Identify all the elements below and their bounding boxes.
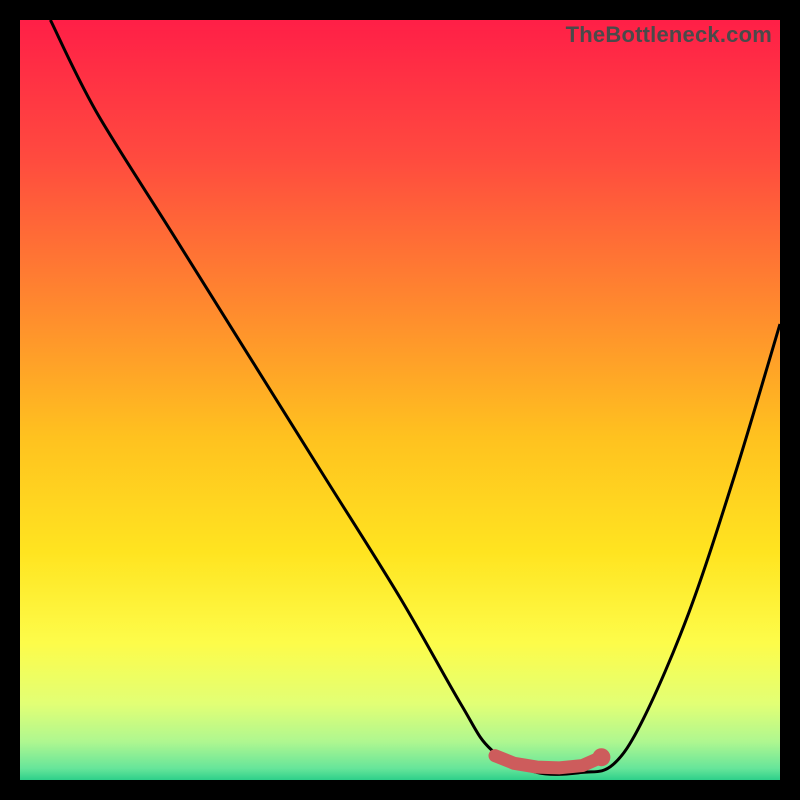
bottleneck-curve (50, 20, 780, 774)
optimal-range-end-dot (592, 748, 610, 766)
optimal-range-markers (495, 748, 610, 768)
chart-frame: TheBottleneck.com (0, 0, 800, 800)
optimal-range-band (495, 756, 601, 768)
curve-layer (20, 20, 780, 780)
plot-area: TheBottleneck.com (20, 20, 780, 780)
